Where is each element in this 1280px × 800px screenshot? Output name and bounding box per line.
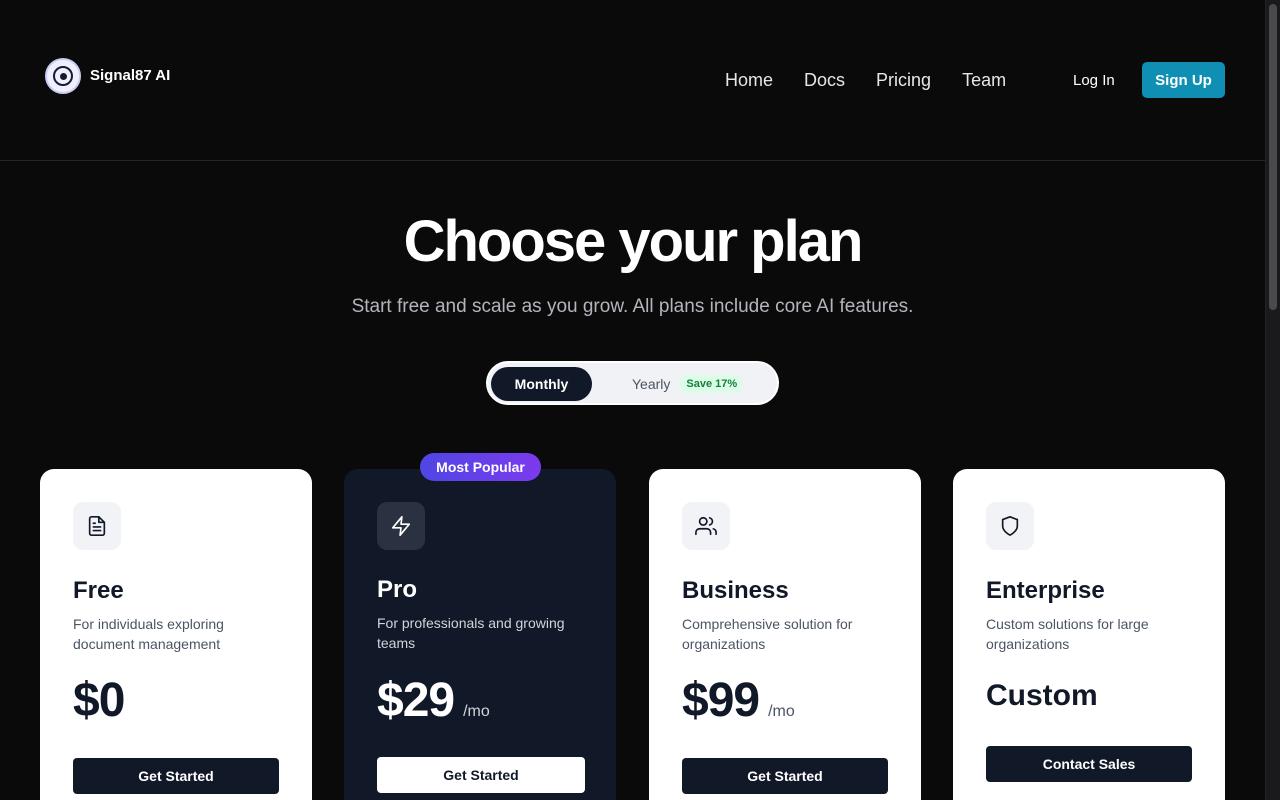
lightning-icon [377,502,425,550]
scrollbar[interactable] [1265,0,1280,800]
price-amount: $99 [682,674,760,727]
price-amount: $29 [377,674,455,727]
contact-sales-button[interactable]: Contact Sales [986,746,1192,782]
billing-yearly-label: Yearly [632,376,671,392]
price-unit: /mo [463,703,490,720]
plan-price: $29 /mo [377,673,490,728]
plan-name: Pro [377,576,418,603]
nav-link-home[interactable]: Home [725,70,773,91]
site-header: Signal87 AI Home Docs Pricing Team Log I… [0,0,1265,161]
get-started-button[interactable]: Get Started [682,758,888,794]
plan-card-enterprise: Enterprise Custom solutions for large or… [953,469,1225,800]
billing-toggle: Monthly Yearly Save 17% [486,361,779,405]
plan-description: Custom solutions for large organizations [986,616,1149,652]
brand-name: Signal87 AI [90,66,171,84]
nav-link-pricing[interactable]: Pricing [876,70,931,91]
plan-price: $99 /mo [682,673,795,728]
price-custom: Custom [986,679,1098,712]
login-link[interactable]: Log In [1073,72,1115,89]
scrollbar-thumb[interactable] [1269,4,1277,310]
get-started-button[interactable]: Get Started [73,758,279,794]
target-logo-icon [45,58,81,94]
most-popular-badge: Most Popular [420,453,541,481]
nav-link-team[interactable]: Team [962,70,1006,91]
plan-description: For individuals exploring document manag… [73,616,224,652]
nav-link-docs[interactable]: Docs [804,70,845,91]
get-started-button[interactable]: Get Started [377,757,585,793]
price-unit: /mo [768,703,795,720]
brand[interactable]: Signal87 AI [45,58,170,94]
plan-name: Business [682,577,789,604]
plan-description: Comprehensive solution for organizations [682,616,853,652]
plan-price: $0 [73,673,125,728]
users-icon [682,502,730,550]
plan-description: For professionals and growing teams [377,615,565,651]
plan-card-free: Free For individuals exploring document … [40,469,312,800]
main-nav: Home Docs Pricing Team [725,70,1037,91]
signup-button[interactable]: Sign Up [1142,62,1225,98]
page-subtitle: Start free and scale as you grow. All pl… [351,296,914,317]
page-title: Choose your plan [403,209,864,274]
document-icon [73,502,121,550]
save-badge: Save 17% [680,375,744,393]
plan-card-pro: Pro For professionals and growing teams … [344,469,616,800]
billing-monthly-option[interactable]: Monthly [491,367,592,401]
billing-yearly-option[interactable]: Yearly Save 17% [632,367,744,401]
shield-icon [986,502,1034,550]
plan-name: Enterprise [986,577,1105,604]
plan-name: Free [73,577,124,604]
price-amount: $0 [73,674,125,727]
plan-card-business: Business Comprehensive solution for orga… [649,469,921,800]
